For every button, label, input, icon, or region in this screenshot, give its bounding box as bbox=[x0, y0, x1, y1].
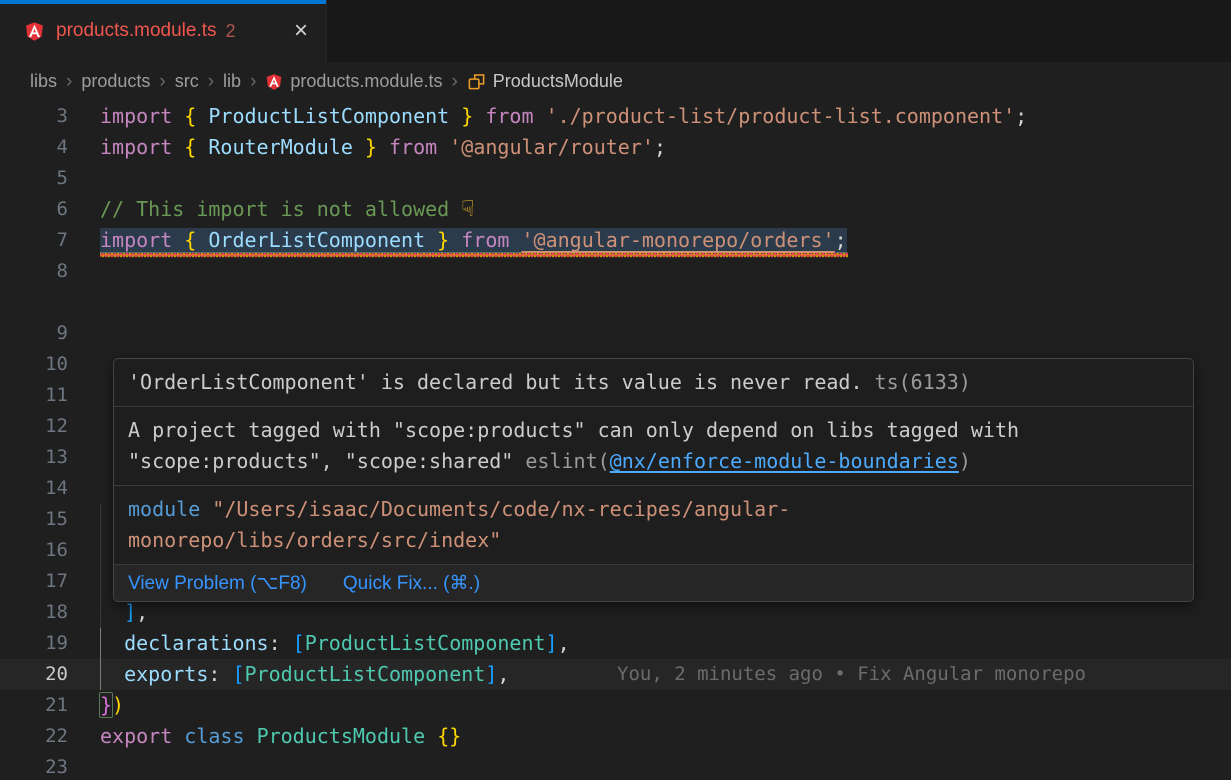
line-number[interactable]: 19 bbox=[0, 628, 68, 659]
ts-diagnostic-message: 'OrderListComponent' is declared but its… bbox=[114, 359, 1193, 407]
line-number[interactable]: 5 bbox=[0, 163, 68, 194]
tab-bar: products.module.ts 2 × bbox=[0, 0, 1231, 62]
class-icon bbox=[467, 72, 486, 91]
code-text: declarations: [ProductListComponent], bbox=[100, 628, 570, 659]
line-number[interactable]: 10 bbox=[0, 349, 68, 380]
line-number[interactable]: 15 bbox=[0, 504, 68, 535]
breadcrumb-separator: › bbox=[451, 71, 457, 93]
breadcrumb-separator: › bbox=[159, 71, 165, 93]
editor[interactable]: 3 import { ProductListComponent } from '.… bbox=[0, 101, 1231, 780]
code-text: // This import is not allowed ☟ bbox=[100, 194, 474, 225]
hover-range-highlight: import { OrderListComponent } from '@ang… bbox=[100, 228, 847, 253]
quick-fix-button[interactable]: Quick Fix... (⌘.) bbox=[343, 568, 480, 599]
module-path-message: module "/Users/isaac/Documents/code/nx-r… bbox=[114, 486, 1193, 565]
line-number[interactable]: 18 bbox=[0, 597, 68, 628]
line-number[interactable]: 13 bbox=[0, 442, 68, 473]
vscode-window: products.module.ts 2 × libs › products › src… bbox=[0, 0, 1231, 780]
angular-icon bbox=[265, 73, 283, 91]
breadcrumb-item-lib[interactable]: lib bbox=[223, 71, 241, 92]
code-text: }) bbox=[100, 690, 124, 721]
code-line[interactable]: 22 export class ProductsModule {} bbox=[0, 721, 1231, 752]
line-number[interactable]: 6 bbox=[0, 194, 68, 225]
line-number[interactable]: 20 bbox=[0, 659, 68, 690]
diagnostic-hover-popup: 'OrderListComponent' is declared but its… bbox=[113, 358, 1194, 602]
line-number[interactable]: 14 bbox=[0, 473, 68, 504]
line-number[interactable]: 23 bbox=[0, 752, 68, 780]
tab-title: products.module.ts bbox=[56, 20, 217, 42]
eslint-message-line1: A project tagged with "scope:products" c… bbox=[128, 415, 1179, 446]
eslint-message-line2: "scope:products", "scope:shared" eslint(… bbox=[128, 446, 1179, 477]
code-line[interactable]: 20 exports: [ProductListComponent], You, 2… bbox=[0, 659, 1231, 690]
line-number[interactable]: 9 bbox=[0, 318, 68, 349]
breadcrumb-item-src[interactable]: src bbox=[175, 71, 199, 92]
eslint-rule-link[interactable]: @nx/enforce-module-boundaries bbox=[610, 449, 959, 473]
line-number[interactable]: 4 bbox=[0, 132, 68, 163]
breadcrumb-separator: › bbox=[208, 71, 214, 93]
line-number[interactable]: 8 bbox=[0, 256, 68, 287]
code-line[interactable]: 9 bbox=[0, 318, 1231, 349]
breadcrumb-item-libs[interactable]: libs bbox=[30, 71, 57, 92]
code-line[interactable]: 8 bbox=[0, 256, 1231, 287]
line-number[interactable]: 12 bbox=[0, 411, 68, 442]
code-line[interactable]: 23 bbox=[0, 752, 1231, 780]
code-text: export class ProductsModule {} bbox=[100, 721, 461, 752]
code-text: exports: [ProductListComponent], bbox=[100, 659, 509, 690]
line-number[interactable] bbox=[0, 287, 68, 318]
breadcrumb-separator: › bbox=[250, 71, 256, 93]
line-number[interactable]: 21 bbox=[0, 690, 68, 721]
ts-message-text: 'OrderListComponent' is declared but its… bbox=[128, 370, 863, 394]
breadcrumb-separator: › bbox=[66, 71, 72, 93]
code-text: import { ProductListComponent } from './… bbox=[100, 101, 1027, 132]
code-line[interactable]: 3 import { ProductListComponent } from '.… bbox=[0, 101, 1231, 132]
code-text: import { RouterModule } from '@angular/r… bbox=[100, 132, 666, 163]
line-number[interactable]: 11 bbox=[0, 380, 68, 411]
code-line[interactable]: 6 // This import is not allowed ☟ bbox=[0, 194, 1231, 225]
hover-action-bar: View Problem (⌥F8) Quick Fix... (⌘.) bbox=[114, 565, 1193, 601]
ts-source-label: ts(6133) bbox=[863, 370, 971, 394]
code-line[interactable]: 19 declarations: [ProductListComponent], bbox=[0, 628, 1231, 659]
eslint-diagnostic-message: A project tagged with "scope:products" c… bbox=[114, 407, 1193, 486]
code-line[interactable]: 4 import { RouterModule } from '@angular/… bbox=[0, 132, 1231, 163]
code-line[interactable]: 7 import { OrderListComponent } from '@an… bbox=[0, 225, 1231, 256]
close-icon[interactable]: × bbox=[294, 19, 308, 43]
breadcrumb-item-productsmodule[interactable]: ProductsModule bbox=[467, 71, 623, 92]
git-blame-annotation: You, 2 minutes ago • Fix Angular monorep… bbox=[617, 659, 1086, 690]
module-keyword: module bbox=[128, 497, 200, 521]
breadcrumb-item-products[interactable]: products bbox=[81, 71, 150, 92]
breadcrumb: libs › products › src › lib › products.module.ts… bbox=[0, 62, 1231, 101]
line-number[interactable]: 17 bbox=[0, 566, 68, 597]
line-number[interactable]: 3 bbox=[0, 101, 68, 132]
code-line[interactable]: 5 bbox=[0, 163, 1231, 194]
angular-icon bbox=[24, 21, 45, 42]
tab-products-module[interactable]: products.module.ts 2 × bbox=[0, 0, 327, 62]
line-number[interactable]: 22 bbox=[0, 721, 68, 752]
breadcrumb-item-products-module-ts[interactable]: products.module.ts bbox=[265, 71, 442, 92]
code-text: import { OrderListComponent } from '@ang… bbox=[100, 225, 847, 256]
line-number[interactable]: 7 bbox=[0, 225, 68, 256]
line-number[interactable]: 16 bbox=[0, 535, 68, 566]
view-problem-button[interactable]: View Problem (⌥F8) bbox=[128, 568, 307, 599]
code-line[interactable]: 21}) bbox=[0, 690, 1231, 721]
code-line[interactable] bbox=[0, 287, 1231, 318]
tab-problems-badge: 2 bbox=[226, 21, 236, 42]
